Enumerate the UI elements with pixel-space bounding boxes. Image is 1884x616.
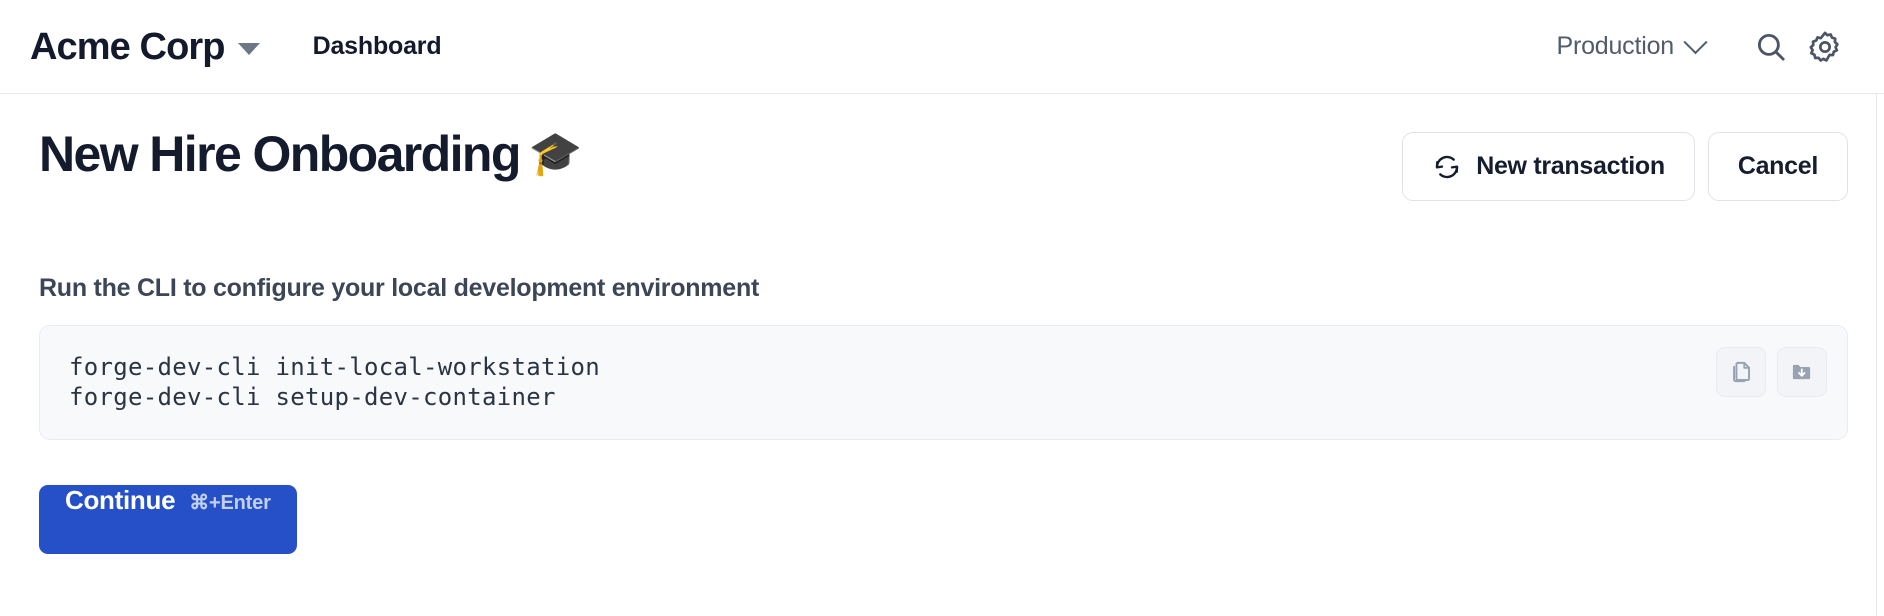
continue-shortcut-hint: ⌘+Enter — [189, 491, 271, 514]
nav-link-dashboard[interactable]: Dashboard — [313, 32, 442, 61]
page-header: New Hire Onboarding 🎓 New transaction Ca… — [39, 94, 1848, 201]
page-title: New Hire Onboarding 🎓 — [39, 126, 583, 182]
search-button[interactable] — [1744, 20, 1798, 74]
search-icon — [1757, 33, 1785, 61]
code-block: forge-dev-cli init-local-workstation for… — [39, 325, 1848, 440]
page-title-text: New Hire Onboarding — [39, 126, 521, 182]
new-transaction-label: New transaction — [1476, 152, 1665, 180]
top-navigation-bar: Acme Corp Dashboard Production — [0, 0, 1884, 94]
environment-selector[interactable]: Production — [1556, 30, 1708, 61]
environment-label: Production — [1556, 32, 1674, 60]
code-line: forge-dev-cli setup-dev-container — [69, 383, 556, 412]
content-right-divider — [1876, 94, 1877, 616]
new-transaction-button[interactable]: New transaction — [1402, 132, 1695, 201]
continue-label: Continue — [65, 484, 176, 515]
graduation-cap-icon: 🎓 — [528, 130, 583, 178]
chevron-down-icon — [1683, 30, 1708, 55]
refresh-icon — [1436, 155, 1459, 178]
caret-down-icon — [237, 42, 260, 55]
copy-button[interactable] — [1716, 347, 1766, 397]
code-line: forge-dev-cli init-local-workstation — [69, 353, 600, 381]
download-button[interactable] — [1777, 347, 1827, 397]
code-block-tools — [1716, 347, 1827, 397]
cancel-label: Cancel — [1737, 152, 1818, 180]
app-window: Acme Corp Dashboard Production New Hire … — [0, 0, 1884, 616]
cancel-button[interactable]: Cancel — [1707, 132, 1848, 201]
folder-download-icon — [1792, 364, 1811, 380]
page-header-actions: New transaction Cancel — [1402, 127, 1848, 201]
gear-icon — [1809, 31, 1839, 62]
section-label: Run the CLI to configure your local deve… — [39, 274, 760, 302]
top-bar-right-group: Production — [1556, 20, 1852, 74]
brand-name: Acme Corp — [30, 25, 226, 68]
settings-button[interactable] — [1798, 20, 1852, 74]
main-content: New Hire Onboarding 🎓 New transaction Ca… — [0, 94, 1884, 615]
brand-switcher[interactable]: Acme Corp — [30, 28, 260, 66]
continue-button[interactable]: Continue ⌘+Enter — [39, 484, 297, 554]
copy-icon — [1733, 361, 1750, 383]
